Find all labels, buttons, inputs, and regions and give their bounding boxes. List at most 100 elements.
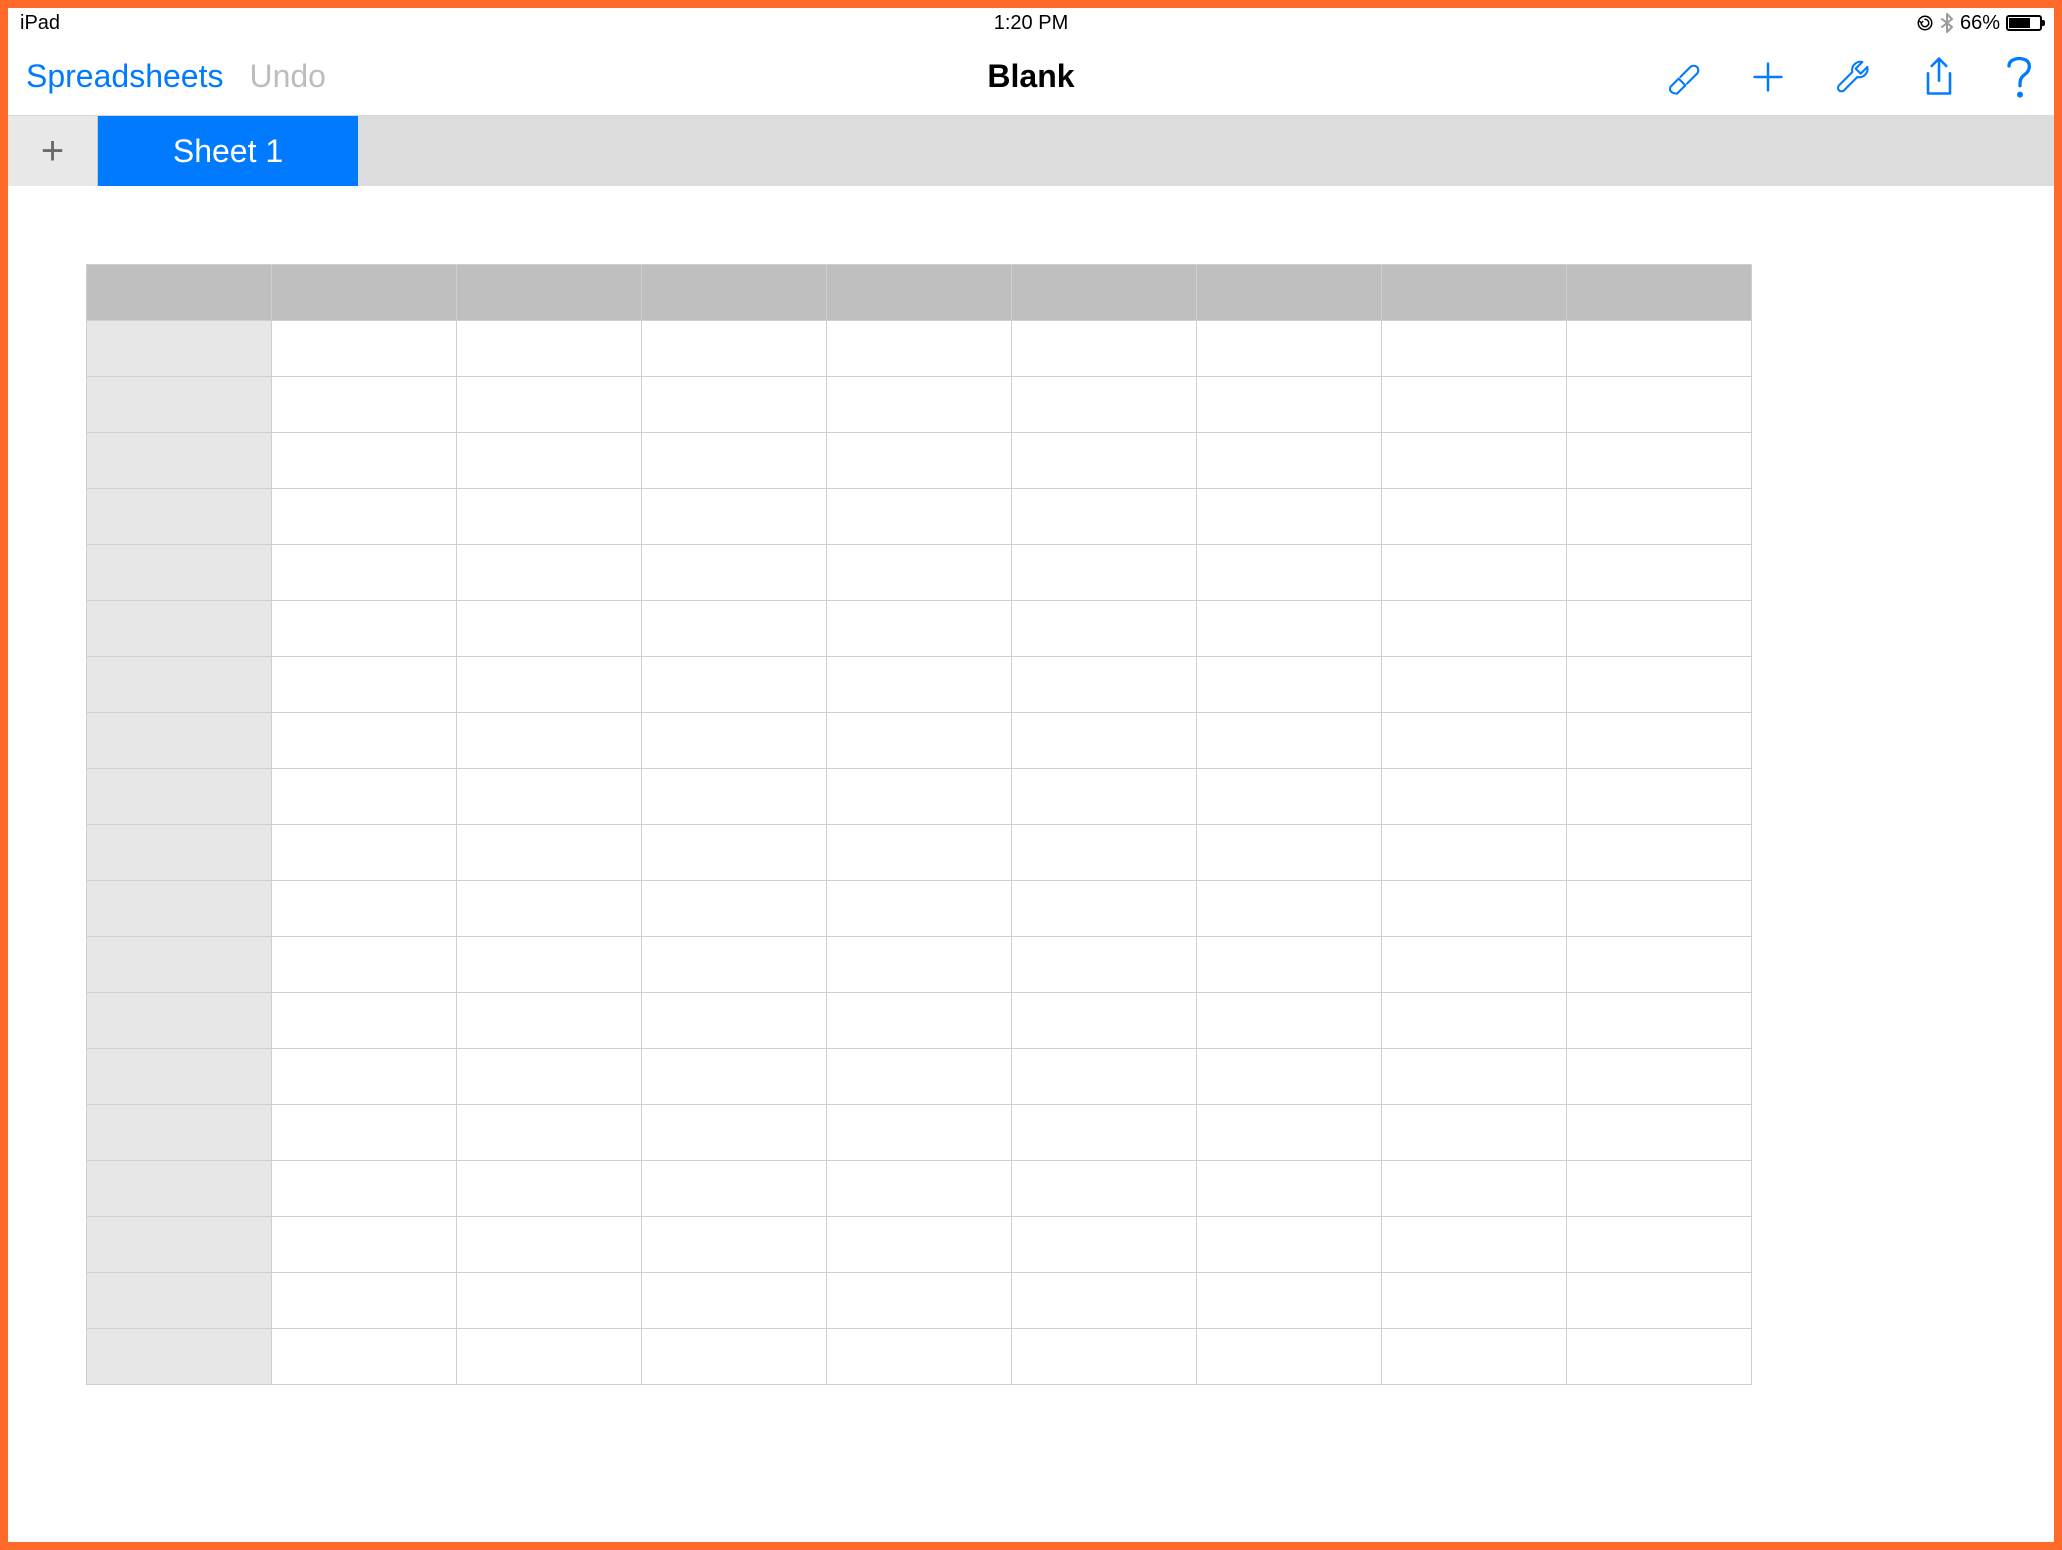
cell[interactable] <box>1567 1049 1752 1105</box>
add-sheet-button[interactable]: + <box>8 116 98 186</box>
cell[interactable] <box>827 993 1012 1049</box>
cell[interactable] <box>457 657 642 713</box>
cell[interactable] <box>642 1049 827 1105</box>
cell[interactable] <box>1567 489 1752 545</box>
cell[interactable] <box>1012 1161 1197 1217</box>
cell[interactable] <box>642 769 827 825</box>
cell[interactable] <box>272 657 457 713</box>
spreadsheet-grid[interactable] <box>86 264 1752 1385</box>
cell[interactable] <box>642 489 827 545</box>
cell[interactable] <box>1382 937 1567 993</box>
column-header[interactable] <box>1012 265 1197 321</box>
cell[interactable] <box>1567 545 1752 601</box>
cell[interactable] <box>457 1329 642 1385</box>
cell[interactable] <box>1197 601 1382 657</box>
cell[interactable] <box>642 825 827 881</box>
row-header[interactable] <box>87 1217 272 1273</box>
row-header[interactable] <box>87 601 272 657</box>
cell[interactable] <box>1012 321 1197 377</box>
cell[interactable] <box>1567 1329 1752 1385</box>
cell[interactable] <box>272 433 457 489</box>
cell[interactable] <box>827 657 1012 713</box>
row-header[interactable] <box>87 993 272 1049</box>
cell[interactable] <box>827 825 1012 881</box>
cell[interactable] <box>1382 825 1567 881</box>
cell[interactable] <box>272 1273 457 1329</box>
help-icon[interactable] <box>2004 55 2036 99</box>
column-header[interactable] <box>1382 265 1567 321</box>
document-title[interactable]: Blank <box>987 58 1074 95</box>
column-header[interactable] <box>87 265 272 321</box>
cell[interactable] <box>1567 321 1752 377</box>
cell[interactable] <box>1012 1049 1197 1105</box>
cell[interactable] <box>1382 657 1567 713</box>
cell[interactable] <box>272 993 457 1049</box>
cell[interactable] <box>272 601 457 657</box>
column-header[interactable] <box>642 265 827 321</box>
cell[interactable] <box>642 433 827 489</box>
cell[interactable] <box>457 545 642 601</box>
cell[interactable] <box>827 713 1012 769</box>
cell[interactable] <box>1382 881 1567 937</box>
cell[interactable] <box>1567 825 1752 881</box>
cell[interactable] <box>1567 713 1752 769</box>
column-header[interactable] <box>272 265 457 321</box>
cell[interactable] <box>457 601 642 657</box>
cell[interactable] <box>457 321 642 377</box>
cell[interactable] <box>457 377 642 433</box>
cell[interactable] <box>642 601 827 657</box>
cell[interactable] <box>457 489 642 545</box>
column-header[interactable] <box>1197 265 1382 321</box>
cell[interactable] <box>1382 489 1567 545</box>
cell[interactable] <box>457 1049 642 1105</box>
cell[interactable] <box>1567 377 1752 433</box>
cell[interactable] <box>1197 1273 1382 1329</box>
cell[interactable] <box>1382 1273 1567 1329</box>
cell[interactable] <box>457 769 642 825</box>
cell[interactable] <box>1567 433 1752 489</box>
cell[interactable] <box>457 993 642 1049</box>
cell[interactable] <box>827 1049 1012 1105</box>
cell[interactable] <box>457 881 642 937</box>
row-header[interactable] <box>87 1105 272 1161</box>
row-header[interactable] <box>87 1329 272 1385</box>
row-header[interactable] <box>87 769 272 825</box>
cell[interactable] <box>1197 713 1382 769</box>
cell[interactable] <box>1197 1329 1382 1385</box>
row-header[interactable] <box>87 713 272 769</box>
cell[interactable] <box>272 321 457 377</box>
cell[interactable] <box>1382 545 1567 601</box>
row-header[interactable] <box>87 657 272 713</box>
cell[interactable] <box>1567 1273 1752 1329</box>
cell[interactable] <box>1012 433 1197 489</box>
column-header[interactable] <box>827 265 1012 321</box>
row-header[interactable] <box>87 881 272 937</box>
cell[interactable] <box>1012 937 1197 993</box>
cell[interactable] <box>272 713 457 769</box>
cell[interactable] <box>1382 1161 1567 1217</box>
cell[interactable] <box>827 1217 1012 1273</box>
wrench-icon[interactable] <box>1834 57 1874 97</box>
cell[interactable] <box>1012 1329 1197 1385</box>
cell[interactable] <box>1382 1049 1567 1105</box>
cell[interactable] <box>1012 993 1197 1049</box>
cell[interactable] <box>827 545 1012 601</box>
cell[interactable] <box>272 1161 457 1217</box>
cell[interactable] <box>1567 657 1752 713</box>
cell[interactable] <box>1197 993 1382 1049</box>
cell[interactable] <box>1197 825 1382 881</box>
cell[interactable] <box>1567 1105 1752 1161</box>
cell[interactable] <box>272 881 457 937</box>
cell[interactable] <box>457 937 642 993</box>
cell[interactable] <box>642 1329 827 1385</box>
spreadsheet-canvas[interactable] <box>8 186 2054 1385</box>
share-icon[interactable] <box>1920 55 1958 99</box>
cell[interactable] <box>1197 657 1382 713</box>
cell[interactable] <box>457 825 642 881</box>
cell[interactable] <box>1197 1049 1382 1105</box>
cell[interactable] <box>1567 769 1752 825</box>
cell[interactable] <box>1012 489 1197 545</box>
cell[interactable] <box>827 769 1012 825</box>
cell[interactable] <box>457 1105 642 1161</box>
cell[interactable] <box>1197 1217 1382 1273</box>
